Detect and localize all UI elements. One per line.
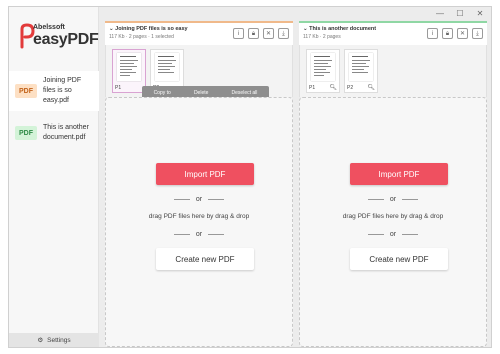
drag-hint: drag PDF files here by drag & drop: [342, 213, 444, 220]
download-icon[interactable]: ⤓: [278, 28, 289, 39]
chevron-down-icon: ⌄: [303, 26, 308, 32]
delete-button[interactable]: Delete: [194, 90, 208, 96]
minimize-button[interactable]: —: [435, 9, 445, 18]
info-icon[interactable]: i: [233, 28, 244, 39]
page-label: P2: [347, 85, 354, 91]
panel-toolbar: i 🔒︎ ✕ ⤓: [427, 28, 483, 39]
settings-label: Settings: [47, 336, 71, 344]
create-new-pdf-button[interactable]: Create new PDF: [156, 248, 254, 270]
sidebar-item-document[interactable]: PDF Joining PDF files is so easy.pdf: [9, 71, 99, 111]
app-window: — ☐ ✕ Abelssoft easyPDF PDF Joining PDF …: [8, 6, 492, 348]
import-pdf-button[interactable]: Import PDF: [350, 163, 448, 185]
or-divider: or: [106, 231, 292, 238]
download-icon[interactable]: ⤓: [472, 28, 483, 39]
chevron-down-icon: ⌄: [109, 26, 114, 32]
sidebar-item-label: Joining PDF files is so easy.pdf: [43, 77, 82, 104]
settings-button[interactable]: ⚙ Settings: [9, 333, 99, 347]
page-label: P1: [115, 85, 122, 91]
page-preview: [349, 53, 373, 81]
page-preview: [117, 53, 141, 81]
drop-zone[interactable]: Import PDF or drag PDF files here by dra…: [105, 97, 293, 347]
zoom-icon[interactable]: 🔍︎: [367, 84, 375, 91]
pdf-file-icon: PDF: [15, 84, 37, 98]
drop-zone[interactable]: Import PDF or drag PDF files here by dra…: [299, 97, 487, 347]
maximize-button[interactable]: ☐: [455, 9, 465, 18]
window-controls: — ☐ ✕: [435, 9, 485, 18]
page-preview: [311, 53, 335, 81]
page-thumbnail[interactable]: P1: [112, 49, 146, 93]
drag-hint: drag PDF files here by drag & drop: [148, 213, 250, 220]
panel-toolbar: i 🔒︎ ✕ ⤓: [233, 28, 289, 39]
or-divider: or: [300, 231, 486, 238]
close-icon[interactable]: ✕: [263, 28, 274, 39]
logo-product: easyPDF: [33, 31, 99, 48]
panel-header: ⌄ Joining PDF files is so easy 117 Kb · …: [105, 21, 293, 45]
page-thumbnail[interactable]: P1 🔍︎: [306, 49, 340, 93]
sidebar: Abelssoft easyPDF PDF Joining PDF files …: [9, 7, 99, 347]
app-logo: Abelssoft easyPDF: [19, 21, 99, 55]
page-thumbnails: P1 P2 Copy to Delete Deselect all: [105, 45, 293, 99]
pdf-file-icon: PDF: [15, 126, 37, 140]
logo-brand: Abelssoft: [33, 24, 65, 31]
lock-icon[interactable]: 🔒︎: [248, 28, 259, 39]
lock-icon[interactable]: 🔒︎: [442, 28, 453, 39]
copy-to-button[interactable]: Copy to: [154, 90, 171, 96]
close-window-button[interactable]: ✕: [475, 9, 485, 18]
sidebar-item-label: This is another document.pdf: [43, 124, 89, 141]
page-preview: [155, 53, 179, 81]
close-icon[interactable]: ✕: [457, 28, 468, 39]
document-panel: ⌄ Joining PDF files is so easy 117 Kb · …: [105, 21, 293, 347]
page-thumbnails: P1 🔍︎ P2 🔍︎: [299, 45, 487, 97]
document-panel: ⌄ This is another document 117 Kb · 2 pa…: [299, 21, 487, 347]
panel-header: ⌄ This is another document 117 Kb · 2 pa…: [299, 21, 487, 45]
or-divider: or: [106, 196, 292, 203]
deselect-all-button[interactable]: Deselect all: [232, 90, 258, 96]
import-pdf-button[interactable]: Import PDF: [156, 163, 254, 185]
zoom-icon[interactable]: 🔍︎: [329, 84, 337, 91]
or-divider: or: [300, 196, 486, 203]
page-thumbnail[interactable]: P2 🔍︎: [344, 49, 378, 93]
create-new-pdf-button[interactable]: Create new PDF: [350, 248, 448, 270]
page-label: P1: [309, 85, 316, 91]
info-icon[interactable]: i: [427, 28, 438, 39]
gear-icon: ⚙: [37, 337, 44, 344]
sidebar-item-document[interactable]: PDF This is another document.pdf: [9, 113, 99, 153]
